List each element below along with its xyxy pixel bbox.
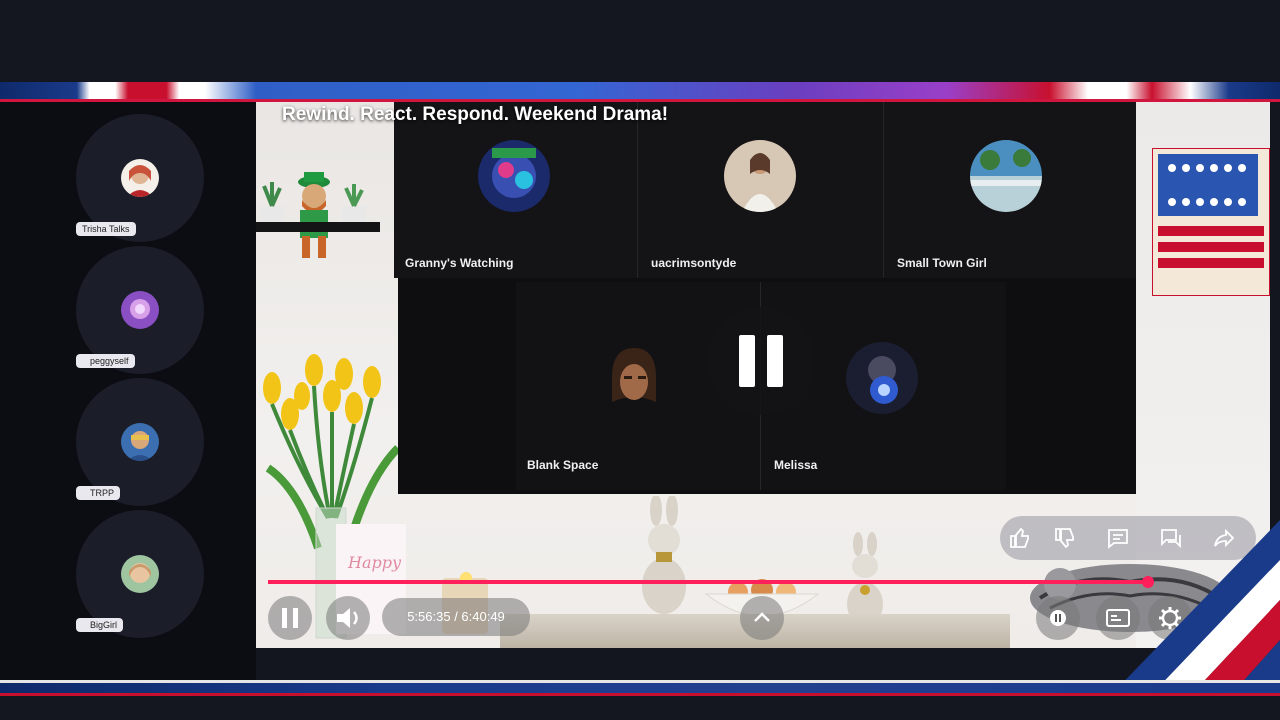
listener-name: BigGirl	[76, 618, 124, 632]
listener-slot[interactable]: peggyself	[76, 246, 204, 374]
bottom-decorative-stripe	[0, 680, 1280, 696]
shelf-decor	[260, 172, 366, 258]
divider	[883, 102, 884, 278]
corner-decorative-stripe	[1110, 520, 1280, 696]
divider	[637, 102, 638, 278]
expand-button[interactable]	[740, 596, 784, 640]
bottom-letterbox	[0, 696, 1280, 720]
pause-button[interactable]	[268, 596, 312, 640]
stream-viewer: Trisha Talks peggyself TRPP BigGirl Happ…	[0, 0, 1280, 720]
volume-button[interactable]	[326, 596, 370, 640]
thumbs-up-icon[interactable]	[1008, 526, 1032, 550]
svg-text:Happy: Happy	[347, 553, 402, 572]
avatar	[121, 291, 159, 329]
progress-bar[interactable]	[268, 580, 1148, 584]
listener-name: TRPP	[76, 486, 121, 500]
chevron-up-icon	[754, 612, 770, 622]
volume-icon	[337, 608, 358, 628]
stream-title: Rewind. React. Respond. Weekend Drama!	[282, 104, 669, 125]
listener-name: peggyself	[76, 354, 135, 368]
wall-sign	[1152, 148, 1270, 296]
speaker-name: uacrimsontyde	[651, 256, 737, 270]
time-display: 5:56:35 / 6:40:49	[382, 598, 530, 636]
speaker-avatar[interactable]	[846, 342, 918, 414]
speaker-avatar[interactable]	[724, 140, 796, 212]
center-pause-button[interactable]	[707, 307, 815, 415]
top-letterbox	[0, 0, 1280, 82]
avatar	[121, 423, 159, 461]
autoplay-toggle[interactable]	[1036, 596, 1080, 640]
shelf	[256, 222, 380, 232]
thumbs-down-icon[interactable]	[1053, 526, 1077, 550]
listener-sidebar: Trisha Talks peggyself TRPP BigGirl	[0, 102, 256, 680]
listener-slot[interactable]: BigGirl	[76, 510, 204, 638]
speaker-name: Melissa	[774, 458, 818, 472]
avatar	[121, 159, 159, 197]
listener-slot[interactable]: Trisha Talks	[76, 114, 204, 242]
speaker-avatar[interactable]	[478, 140, 550, 212]
pause-icon	[739, 335, 755, 387]
speaker-avatar[interactable]	[970, 140, 1042, 212]
avatar	[121, 555, 159, 593]
speaker-name: Granny's Watching	[405, 256, 514, 270]
pause-icon	[767, 335, 783, 387]
speaker-name: Small Town Girl	[897, 256, 987, 270]
speaker-avatar[interactable]	[598, 342, 670, 414]
bunny-figurine	[642, 496, 686, 614]
listener-name: Trisha Talks	[76, 222, 136, 236]
pause-icon	[282, 608, 298, 628]
toggle-icon	[1050, 610, 1066, 626]
speaker-name: Blank Space	[527, 458, 599, 472]
top-decorative-stripe	[0, 82, 1280, 102]
listener-slot[interactable]: TRPP	[76, 378, 204, 506]
